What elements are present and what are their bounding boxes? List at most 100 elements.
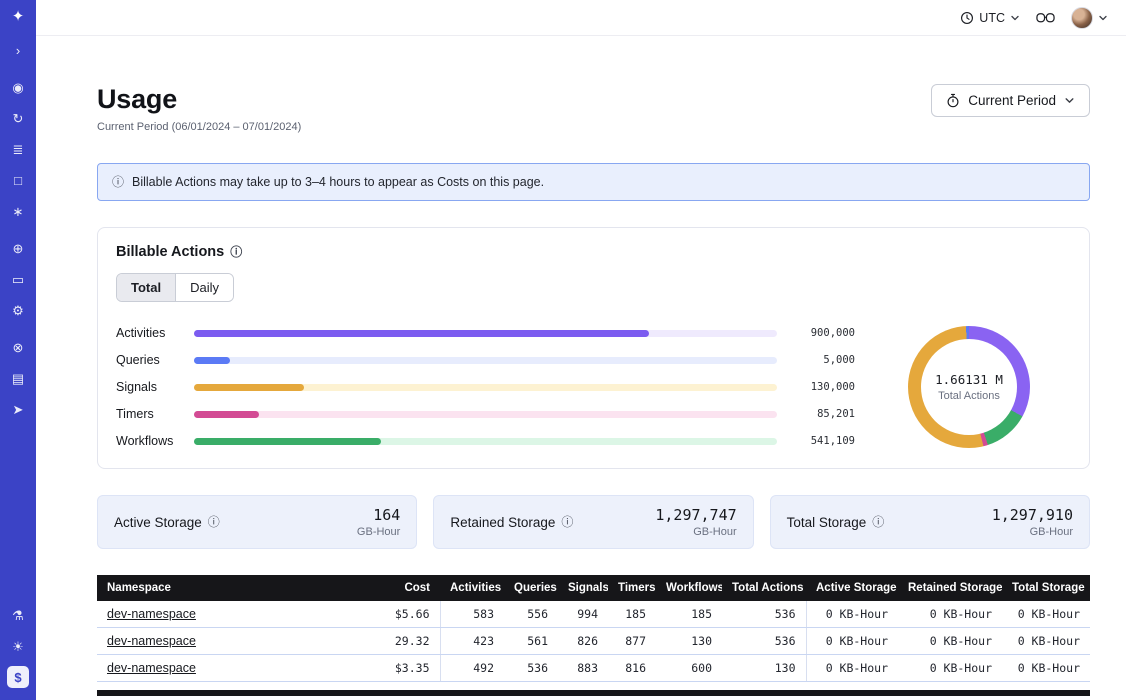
stat-label-text: Retained Storage xyxy=(450,515,555,530)
next-table-header-partial xyxy=(97,690,1090,696)
settings-gear-icon[interactable]: ⚙ xyxy=(7,299,29,321)
column-header-queries: Queries xyxy=(504,575,558,601)
total-actions-donut: 1.66131 M Total Actions xyxy=(881,322,1057,452)
stat-label: Total Storageⓘ xyxy=(787,515,885,530)
stopwatch-icon xyxy=(946,93,960,108)
bar-label: Queries xyxy=(116,353,180,367)
namespace-link[interactable]: dev-namespace xyxy=(107,607,196,621)
usage-page: Usage Current Period (06/01/2024 – 07/01… xyxy=(36,36,1126,700)
rocket-icon[interactable]: ➤ xyxy=(7,398,29,420)
cell: 536 xyxy=(504,655,558,682)
cell: $5.66 xyxy=(354,601,440,628)
bar-value: 541,109 xyxy=(791,435,855,447)
column-header-workflows: Workflows xyxy=(656,575,722,601)
bar-fill xyxy=(194,438,381,445)
info-icon[interactable]: ⓘ xyxy=(208,516,220,528)
user-avatar[interactable] xyxy=(1071,7,1093,29)
timezone-label: UTC xyxy=(979,11,1005,25)
cell: 0 KB-Hour xyxy=(806,655,898,682)
bar-fill xyxy=(194,330,649,337)
column-header-signals: Signals xyxy=(558,575,608,601)
sidebar: ✦ ›◉↻≣□∗⊕▭⚙⊗▤➤ ⚗☀$ xyxy=(0,0,36,700)
cell: 826 xyxy=(558,628,608,655)
deployments-icon[interactable]: □ xyxy=(7,169,29,191)
bar-row-signals: Signals130,000 xyxy=(116,380,855,394)
column-header-active-storage: Active Storage xyxy=(806,575,898,601)
usage-dollar-icon[interactable]: $ xyxy=(7,666,29,688)
bar-value: 900,000 xyxy=(791,327,855,339)
table-header-row: NamespaceCostActivitiesQueriesSignalsTim… xyxy=(97,575,1090,601)
stat-unit: GB-Hour xyxy=(992,526,1073,538)
namespace-link[interactable]: dev-namespace xyxy=(107,661,196,675)
banner-text: Billable Actions may take up to 3–4 hour… xyxy=(132,175,544,189)
cell: 0 KB-Hour xyxy=(898,628,1002,655)
stat-label: Active Storageⓘ xyxy=(114,515,220,530)
stat-card-active-storage: Active Storageⓘ 164GB-Hour xyxy=(97,495,417,549)
cell: 583 xyxy=(440,601,504,628)
expand-sidebar-icon[interactable]: › xyxy=(7,39,29,61)
usage-table: NamespaceCostActivitiesQueriesSignalsTim… xyxy=(97,575,1090,682)
workflows-icon[interactable]: ◉ xyxy=(7,76,29,98)
tab-daily[interactable]: Daily xyxy=(175,274,233,301)
stat-value: 1,297,747 xyxy=(655,506,736,524)
cell: $3.35 xyxy=(354,655,440,682)
billable-actions-title: Billable Actions xyxy=(116,244,224,260)
cell: 883 xyxy=(558,655,608,682)
stat-value: 164 xyxy=(357,506,400,524)
bar-track xyxy=(194,384,777,391)
goggles-icon[interactable] xyxy=(1036,12,1055,24)
bar-value: 130,000 xyxy=(791,381,855,393)
stack-icon[interactable]: ≣ xyxy=(7,138,29,160)
user-menu[interactable] xyxy=(1071,7,1108,29)
cell: 130 xyxy=(722,655,806,682)
period-button-label: Current Period xyxy=(968,93,1056,108)
nexus-icon[interactable]: ∗ xyxy=(7,200,29,222)
stat-value-block: 164GB-Hour xyxy=(357,506,400,538)
cell: 0 KB-Hour xyxy=(898,601,1002,628)
cell: 492 xyxy=(440,655,504,682)
bar-row-queries: Queries 5,000 xyxy=(116,353,855,367)
tab-total[interactable]: Total xyxy=(117,274,175,301)
lab-flask-icon[interactable]: ⚗ xyxy=(7,604,29,626)
info-icon[interactable]: ⓘ xyxy=(561,516,573,528)
bar-track xyxy=(194,411,777,418)
info-icon: ⓘ xyxy=(112,176,124,188)
docs-book-icon[interactable]: ▤ xyxy=(7,367,29,389)
page-title: Usage xyxy=(97,84,301,115)
info-icon[interactable]: ⓘ xyxy=(230,246,242,258)
info-icon[interactable]: ⓘ xyxy=(872,516,884,528)
namespace-link[interactable]: dev-namespace xyxy=(107,634,196,648)
stat-value: 1,297,910 xyxy=(992,506,1073,524)
sidebar-group: ⊗ ▤ ➤ xyxy=(7,336,29,420)
billable-actions-header: Billable Actions ⓘ xyxy=(116,244,1071,260)
cell: 130 xyxy=(656,628,722,655)
stat-unit: GB-Hour xyxy=(655,526,736,538)
period-selector-button[interactable]: Current Period xyxy=(931,84,1090,117)
bar-label: Activities xyxy=(116,326,180,340)
cell: 556 xyxy=(504,601,558,628)
globe-icon[interactable]: ⊕ xyxy=(7,237,29,259)
cell: 0 KB-Hour xyxy=(898,655,1002,682)
bar-value: 85,201 xyxy=(791,408,855,420)
cell: 29.32 xyxy=(354,628,440,655)
cell: 816 xyxy=(608,655,656,682)
circle-x-icon[interactable]: ⊗ xyxy=(7,336,29,358)
timezone-selector[interactable]: UTC xyxy=(960,11,1020,25)
cell: 561 xyxy=(504,628,558,655)
cell: 0 KB-Hour xyxy=(1002,628,1090,655)
billable-tabs: TotalDaily xyxy=(116,273,234,302)
column-header-namespace: Namespace xyxy=(97,575,354,601)
theme-sun-icon[interactable]: ☀ xyxy=(7,635,29,657)
cell: 423 xyxy=(440,628,504,655)
cell: 0 KB-Hour xyxy=(1002,601,1090,628)
cell: 185 xyxy=(656,601,722,628)
cell: 877 xyxy=(608,628,656,655)
cell: 0 KB-Hour xyxy=(806,628,898,655)
billing-card-icon[interactable]: ▭ xyxy=(7,268,29,290)
column-header-total-storage: Total Storage xyxy=(1002,575,1090,601)
bar-fill xyxy=(194,357,230,364)
bar-value: 5,000 xyxy=(791,354,855,366)
schedules-icon[interactable]: ↻ xyxy=(7,107,29,129)
column-header-total-actions: Total Actions xyxy=(722,575,806,601)
sidebar-group: ⊕ ▭ ⚙ xyxy=(7,237,29,321)
